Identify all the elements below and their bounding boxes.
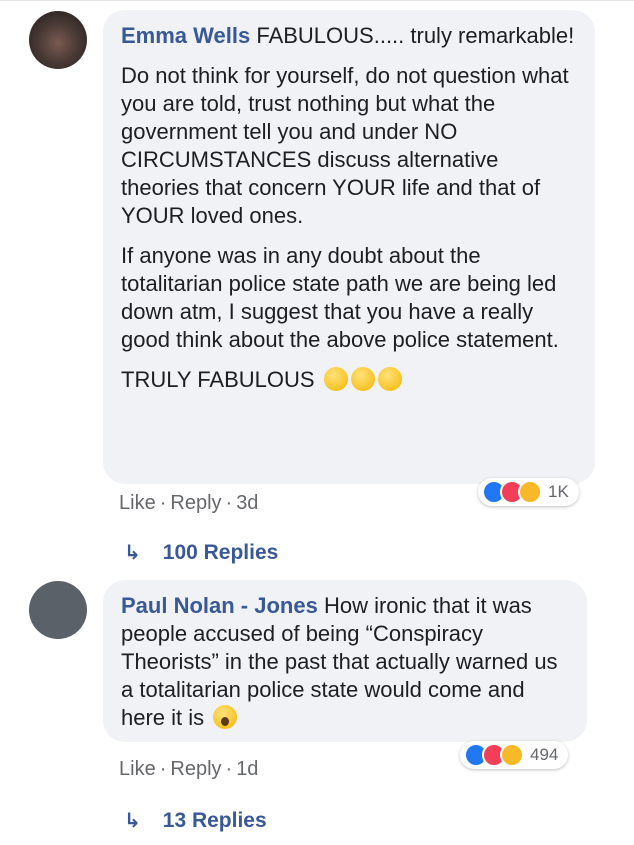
laughing-emoji-icon <box>323 367 348 391</box>
view-replies-link[interactable]: ↳ 100 Replies <box>124 540 278 565</box>
separator-dot: · <box>225 758 233 780</box>
replies-label[interactable]: 13 Replies <box>163 809 267 833</box>
timestamp[interactable]: 1d <box>236 758 258 780</box>
replies-label[interactable]: 100 Replies <box>163 541 279 565</box>
comment-author[interactable]: Emma Wells <box>121 23 250 48</box>
comment-bubble: Paul Nolan - Jones How ironic that it wa… <box>103 580 587 742</box>
reaction-count: 494 <box>530 745 559 764</box>
laughing-emoji-icon <box>377 367 402 391</box>
laughing-emoji-icon <box>350 367 375 391</box>
timestamp[interactable]: 3d <box>236 492 258 514</box>
comment-actions: Like · Reply · 3d <box>119 492 258 515</box>
comment-paragraph: Do not think for yourself, do not questi… <box>121 63 569 228</box>
comment-bubble: Emma Wells FABULOUS..... truly remarkabl… <box>103 10 595 484</box>
separator-dot: · <box>159 758 167 780</box>
haha-icon <box>518 480 542 504</box>
comment-paragraph: If anyone was in any doubt about the tot… <box>121 243 559 352</box>
reply-arrow-icon: ↳ <box>124 542 141 564</box>
comment-actions: Like · Reply · 1d <box>119 758 258 781</box>
reaction-summary[interactable]: 1K <box>478 478 579 506</box>
comment-paragraph: TRULY FABULOUS <box>121 367 315 392</box>
reaction-summary[interactable]: 494 <box>460 741 569 769</box>
reply-button[interactable]: Reply <box>170 492 221 514</box>
comment-text: Paul Nolan - Jones How ironic that it wa… <box>121 592 569 732</box>
reply-button[interactable]: Reply <box>170 758 221 780</box>
top-divider <box>0 0 634 1</box>
avatar[interactable] <box>29 11 87 69</box>
reply-arrow-icon: ↳ <box>124 810 141 832</box>
like-button[interactable]: Like <box>119 492 156 514</box>
comment-last-line: TRULY FABULOUS <box>121 366 577 394</box>
haha-icon <box>500 743 524 767</box>
comment-author[interactable]: Paul Nolan - Jones <box>121 593 318 618</box>
separator-dot: · <box>225 492 233 514</box>
view-replies-link[interactable]: ↳ 13 Replies <box>124 808 267 833</box>
avatar[interactable] <box>29 581 87 639</box>
separator-dot: · <box>159 492 167 514</box>
comment-paragraph: FABULOUS..... truly remarkable! <box>256 23 575 48</box>
reaction-count: 1K <box>548 482 569 501</box>
wow-emoji-icon <box>213 705 238 729</box>
like-button[interactable]: Like <box>119 758 156 780</box>
comment-text: Emma Wells FABULOUS..... truly remarkabl… <box>121 22 577 50</box>
